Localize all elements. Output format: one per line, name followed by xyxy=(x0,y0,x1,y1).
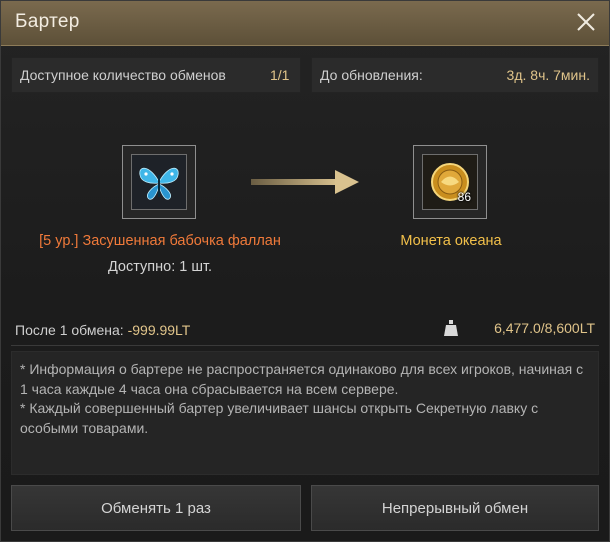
continuous-exchange-button[interactable]: Непрерывный обмен xyxy=(311,485,599,531)
weight-value: 6,477.0/8,600LT xyxy=(494,320,595,336)
refresh-timer: 3д. 8ч. 7мин. xyxy=(506,67,590,83)
receive-item-slot[interactable]: 86 xyxy=(413,145,487,219)
barter-window: Бартер Доступное количество обменов 1/1 … xyxy=(0,0,610,542)
give-item-frame xyxy=(131,154,187,210)
after-exchange: После 1 обмена: -999.99LT xyxy=(15,322,190,338)
close-icon xyxy=(577,13,595,31)
give-item-slot[interactable] xyxy=(122,145,196,219)
refresh-label: До обновления: xyxy=(320,67,423,83)
give-item-availability: Доступно: 1 шт. xyxy=(107,259,213,275)
divider xyxy=(11,345,599,346)
exchange-count-label: Доступное количество обменов xyxy=(20,67,226,83)
close-button[interactable] xyxy=(573,9,599,35)
receive-item-name: Монета океана xyxy=(400,233,502,249)
receive-item-frame: 86 xyxy=(422,154,478,210)
info-box: * Информация о бартере не распространяет… xyxy=(11,351,599,475)
receive-item-quantity: 86 xyxy=(457,190,471,204)
title-bar: Бартер xyxy=(1,1,609,46)
info-line-2: * Каждый совершенный бартер увеличивает … xyxy=(20,400,539,436)
after-exchange-label: После 1 обмена: xyxy=(15,322,124,338)
after-exchange-value: -999.99LT xyxy=(127,322,191,338)
weight-icon xyxy=(444,320,458,336)
window-title: Бартер xyxy=(15,11,80,32)
butterfly-icon xyxy=(132,155,186,209)
arrow-right-icon xyxy=(251,170,359,194)
refresh-panel: До обновления: 3д. 8ч. 7мин. xyxy=(311,57,599,93)
give-item-name: [5 ур.] Засушенная бабочка фаллан xyxy=(39,233,281,249)
info-line-1: * Информация о бартере не распространяет… xyxy=(20,361,584,397)
exchange-count-panel: Доступное количество обменов 1/1 xyxy=(11,57,301,93)
exchange-count-value: 1/1 xyxy=(270,67,290,83)
exchange-once-button[interactable]: Обменять 1 раз xyxy=(11,485,301,531)
